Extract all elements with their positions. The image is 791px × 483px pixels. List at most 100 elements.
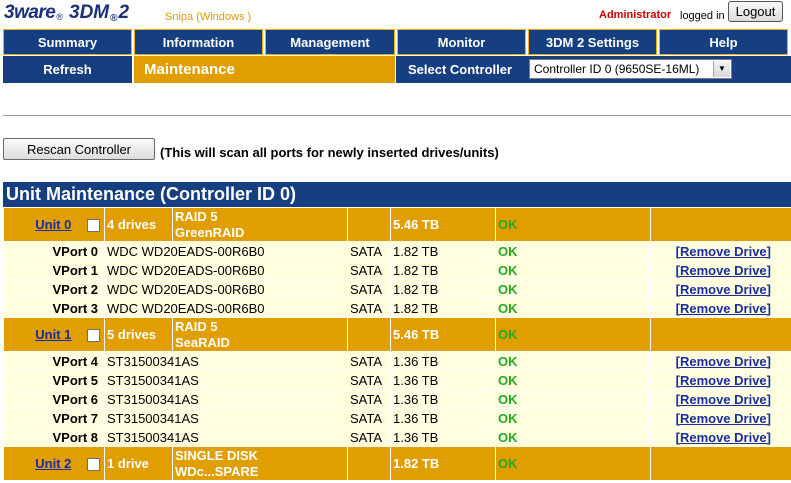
unit-status: OK (495, 446, 651, 481)
logout-button[interactable]: Logout (728, 1, 783, 22)
drive-status: OK (495, 298, 651, 318)
unit-drives: 4 drives (104, 207, 173, 242)
drive-row: VPort 3 WDC WD20EADS-00R6B0 SATA 1.82 TB… (3, 298, 791, 318)
remove-drive-link[interactable]: [Remove Drive] (676, 392, 771, 407)
logo-registered-2: ® (110, 13, 118, 24)
chevron-down-icon: ▼ (713, 61, 730, 77)
drive-action-cell: [Remove Drive] (650, 408, 791, 428)
drive-size: 1.36 TB (390, 427, 496, 447)
unit-blank (347, 317, 391, 352)
drive-size: 1.82 TB (390, 260, 496, 280)
tab-management[interactable]: Management (265, 29, 395, 55)
unit-raid-type: RAID 5 (175, 318, 218, 334)
logo-product: 3DM (69, 2, 110, 23)
drive-action-cell: [Remove Drive] (650, 298, 791, 318)
drive-model: ST31500341AS (104, 427, 348, 447)
drive-model: ST31500341AS (104, 389, 348, 409)
drive-action-cell: [Remove Drive] (650, 260, 791, 280)
unit-raid-type: RAID 5 (175, 208, 218, 224)
remove-drive-link[interactable]: [Remove Drive] (676, 354, 771, 369)
unit-maintenance-title: Unit Maintenance (Controller ID 0) (3, 182, 791, 207)
host-name: Snipa (Windows ) (165, 11, 252, 23)
drive-status: OK (495, 241, 651, 261)
unit-size: 5.46 TB (390, 317, 496, 352)
drive-action-cell: [Remove Drive] (650, 351, 791, 371)
logo-version: 2 (118, 2, 130, 23)
vport: VPort 8 (3, 427, 105, 447)
vport: VPort 6 (3, 389, 105, 409)
drive-iface: SATA (347, 427, 391, 447)
rescan-note: (This will scan all ports for newly inse… (160, 145, 499, 160)
drive-status: OK (495, 427, 651, 447)
unit-checkbox[interactable] (87, 458, 100, 472)
drive-size: 1.82 TB (390, 298, 496, 318)
remove-drive-link[interactable]: [Remove Drive] (676, 411, 771, 426)
drive-size: 1.36 TB (390, 370, 496, 390)
refresh-button[interactable]: Refresh (3, 56, 132, 83)
drive-row: VPort 1 WDC WD20EADS-00R6B0 SATA 1.82 TB… (3, 260, 791, 280)
remove-drive-link[interactable]: [Remove Drive] (676, 244, 771, 259)
remove-drive-link[interactable]: [Remove Drive] (676, 430, 771, 445)
vport: VPort 7 (3, 408, 105, 428)
app-header: 3ware ® 3DM ® 2 Snipa (Windows ) Adminis… (0, 0, 791, 27)
tab-help[interactable]: Help (659, 29, 788, 55)
unit-row: Unit 1 5 drives RAID 5 SeaRAID 5.46 TB OK (3, 317, 791, 352)
drive-status: OK (495, 408, 651, 428)
tab-summary[interactable]: Summary (3, 29, 132, 55)
controller-select[interactable]: Controller ID 0 (9650SE-16ML) ▼ (529, 59, 732, 79)
tab-3dm2-settings[interactable]: 3DM 2 Settings (528, 29, 657, 55)
drive-iface: SATA (347, 279, 391, 299)
drive-status: OK (495, 370, 651, 390)
unit-blank (347, 207, 391, 242)
drive-status: OK (495, 279, 651, 299)
unit-raid-type: SINGLE DISK (175, 447, 259, 463)
drive-status: OK (495, 260, 651, 280)
tab-information[interactable]: Information (134, 29, 263, 55)
unit-checkbox[interactable] (87, 329, 100, 343)
remove-drive-link[interactable]: [Remove Drive] (676, 282, 771, 297)
drive-action-cell: [Remove Drive] (650, 370, 791, 390)
drive-iface: SATA (347, 241, 391, 261)
unit-checkbox[interactable] (87, 219, 100, 233)
unit-link[interactable]: Unit 1 (35, 327, 71, 342)
unit-action (650, 207, 791, 242)
drive-row: VPort 8 ST31500341AS SATA 1.36 TB OK [Re… (3, 427, 791, 447)
remove-drive-link[interactable]: [Remove Drive] (676, 263, 771, 278)
drive-iface: SATA (347, 389, 391, 409)
drive-model: ST31500341AS (104, 351, 348, 371)
vport: VPort 1 (3, 260, 105, 280)
select-controller-label: Select Controller (408, 62, 513, 77)
unit-raid-name: SeaRAID (175, 334, 230, 350)
remove-drive-link[interactable]: [Remove Drive] (676, 301, 771, 316)
unit-cell: Unit 2 (3, 446, 105, 481)
unit-action (650, 446, 791, 481)
rescan-controller-button[interactable]: Rescan Controller (3, 138, 155, 160)
drive-size: 1.36 TB (390, 351, 496, 371)
unit-row: Unit 2 1 drive SINGLE DISK WDc...SPARE 1.… (3, 446, 791, 481)
drive-action-cell: [Remove Drive] (650, 389, 791, 409)
unit-size: 5.46 TB (390, 207, 496, 242)
unit-raid-name: GreenRAID (175, 224, 245, 240)
divider (3, 115, 791, 116)
drive-row: VPort 4 ST31500341AS SATA 1.36 TB OK [Re… (3, 351, 791, 371)
unit-cell: Unit 1 (3, 317, 105, 352)
vport: VPort 2 (3, 279, 105, 299)
drive-status: OK (495, 351, 651, 371)
controller-select-value: Controller ID 0 (9650SE-16ML) (534, 62, 700, 76)
unit-link[interactable]: Unit 0 (35, 217, 71, 232)
tab-monitor[interactable]: Monitor (397, 29, 526, 55)
drive-action-cell: [Remove Drive] (650, 427, 791, 447)
drive-model: WDC WD20EADS-00R6B0 (104, 260, 348, 280)
unit-blank (347, 446, 391, 481)
drive-action-cell: [Remove Drive] (650, 241, 791, 261)
drive-row: VPort 7 ST31500341AS SATA 1.36 TB OK [Re… (3, 408, 791, 428)
drive-action-cell: [Remove Drive] (650, 279, 791, 299)
unit-table: Unit 0 4 drives RAID 5 GreenRAID 5.46 TB … (3, 207, 791, 481)
logged-in-text: logged in (680, 10, 725, 22)
remove-drive-link[interactable]: [Remove Drive] (676, 373, 771, 388)
drive-model: WDC WD20EADS-00R6B0 (104, 279, 348, 299)
drive-iface: SATA (347, 298, 391, 318)
unit-link[interactable]: Unit 2 (35, 456, 71, 471)
unit-action (650, 317, 791, 352)
vport: VPort 0 (3, 241, 105, 261)
